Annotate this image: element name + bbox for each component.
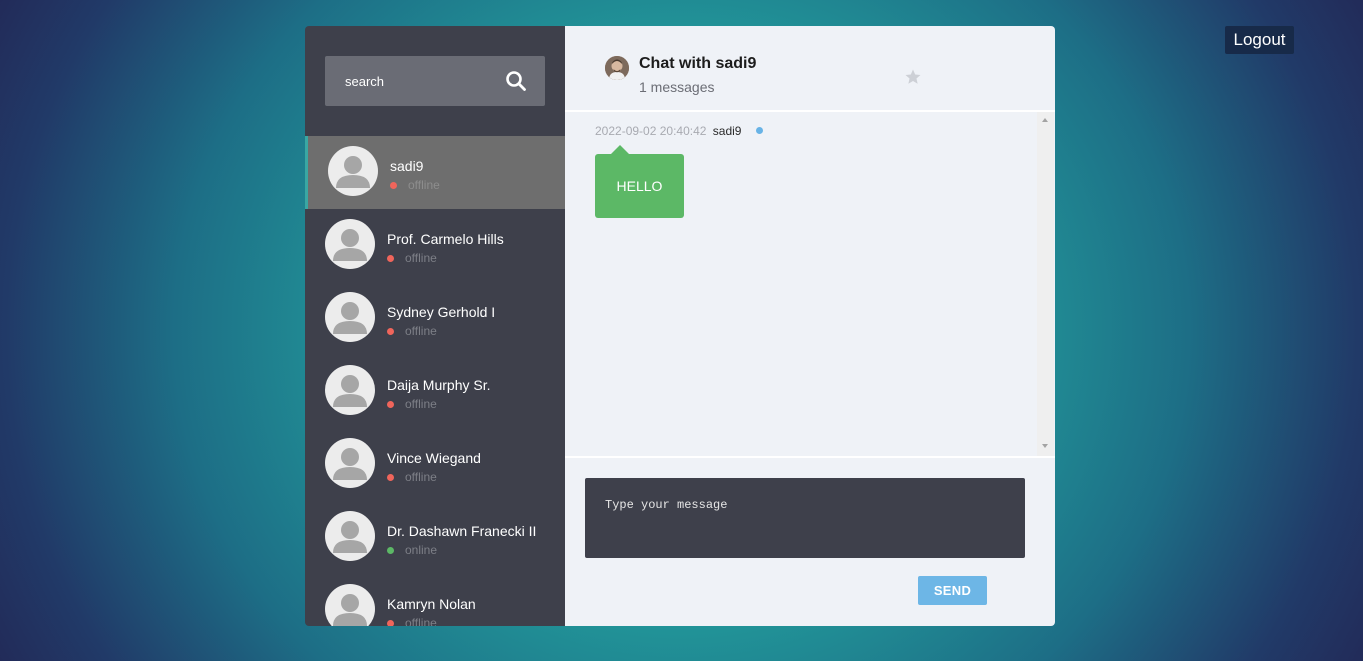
message-status-dot — [755, 127, 763, 135]
contact-name: Vince Wiegand — [387, 450, 481, 466]
contact-name: Kamryn Nolan — [387, 596, 476, 612]
status-dot — [387, 401, 394, 408]
user-silhouette-icon — [333, 302, 367, 334]
contact-status: offline — [405, 251, 437, 265]
chat-app: sadi9 offline Prof. Carmelo Hills offlin… — [305, 26, 1055, 626]
contact-name: sadi9 — [390, 158, 424, 174]
contact-status: online — [405, 543, 438, 557]
contact-item[interactable]: Prof. Carmelo Hills offline — [305, 209, 565, 282]
status-dot — [390, 182, 397, 189]
logout-button[interactable]: Logout — [1225, 26, 1294, 54]
contact-item[interactable]: Dr. Dashawn Franecki II online — [305, 501, 565, 574]
search-box — [325, 56, 545, 106]
contact-item[interactable]: Vince Wiegand offline — [305, 428, 565, 501]
status-dot — [387, 547, 394, 554]
avatar — [325, 511, 375, 561]
status-dot — [387, 620, 394, 626]
contact-item[interactable]: Kamryn Nolan offline — [305, 574, 565, 626]
contact-list: sadi9 offline Prof. Carmelo Hills offlin… — [305, 136, 565, 626]
contact-item[interactable]: sadi9 offline — [305, 136, 565, 209]
contact-item[interactable]: Daija Murphy Sr. offline — [305, 355, 565, 428]
contact-name: Daija Murphy Sr. — [387, 377, 491, 393]
send-button[interactable]: SEND — [918, 576, 987, 605]
contact-status: offline — [405, 470, 437, 484]
sidebar: sadi9 offline Prof. Carmelo Hills offlin… — [305, 26, 565, 626]
avatar — [325, 438, 375, 488]
contact-name: Prof. Carmelo Hills — [387, 231, 504, 247]
contact-status: offline — [405, 616, 437, 626]
contact-status: offline — [405, 397, 437, 411]
status-dot — [387, 328, 394, 335]
message-meta: 2022-09-02 20:40:42 sadi9 — [595, 124, 763, 138]
scrollbar[interactable] — [1037, 112, 1054, 456]
status-dot — [387, 255, 394, 262]
message-bubble: HELLO — [595, 145, 684, 218]
user-silhouette-icon — [333, 594, 367, 626]
contact-name: Sydney Gerhold I — [387, 304, 496, 320]
chat-history[interactable]: 2022-09-02 20:40:42 sadi9 HELLO — [565, 112, 1055, 458]
user-silhouette-icon — [333, 375, 367, 407]
scroll-up-arrow-icon[interactable] — [1042, 118, 1048, 122]
message-author: sadi9 — [712, 124, 742, 138]
avatar — [325, 584, 375, 626]
message-count: 1 messages — [639, 79, 715, 95]
chat-partner-avatar — [605, 56, 629, 80]
user-silhouette-icon — [336, 156, 370, 188]
user-silhouette-icon — [333, 229, 367, 261]
star-icon[interactable] — [904, 68, 922, 86]
chat-title: Chat with sadi9 — [639, 55, 757, 72]
contact-status: offline — [405, 324, 437, 338]
message-input[interactable] — [585, 478, 1025, 558]
status-dot — [387, 474, 394, 481]
avatar — [325, 292, 375, 342]
contact-status: offline — [408, 178, 440, 192]
chat-header: Chat with sadi9 1 messages — [565, 26, 1055, 112]
search-input[interactable] — [325, 56, 495, 106]
contact-name: Dr. Dashawn Franecki II — [387, 523, 537, 539]
avatar — [328, 146, 378, 196]
user-silhouette-icon — [333, 521, 367, 553]
user-photo-icon — [605, 56, 629, 80]
avatar — [325, 219, 375, 269]
search-icon[interactable] — [505, 70, 527, 92]
chat-panel: Chat with sadi9 1 messages 2022-09-02 20… — [565, 26, 1055, 626]
avatar — [325, 365, 375, 415]
user-silhouette-icon — [333, 448, 367, 480]
scroll-down-arrow-icon[interactable] — [1042, 444, 1048, 448]
contact-item[interactable]: Sydney Gerhold I offline — [305, 282, 565, 355]
message-time: 2022-09-02 20:40:42 — [595, 124, 707, 138]
